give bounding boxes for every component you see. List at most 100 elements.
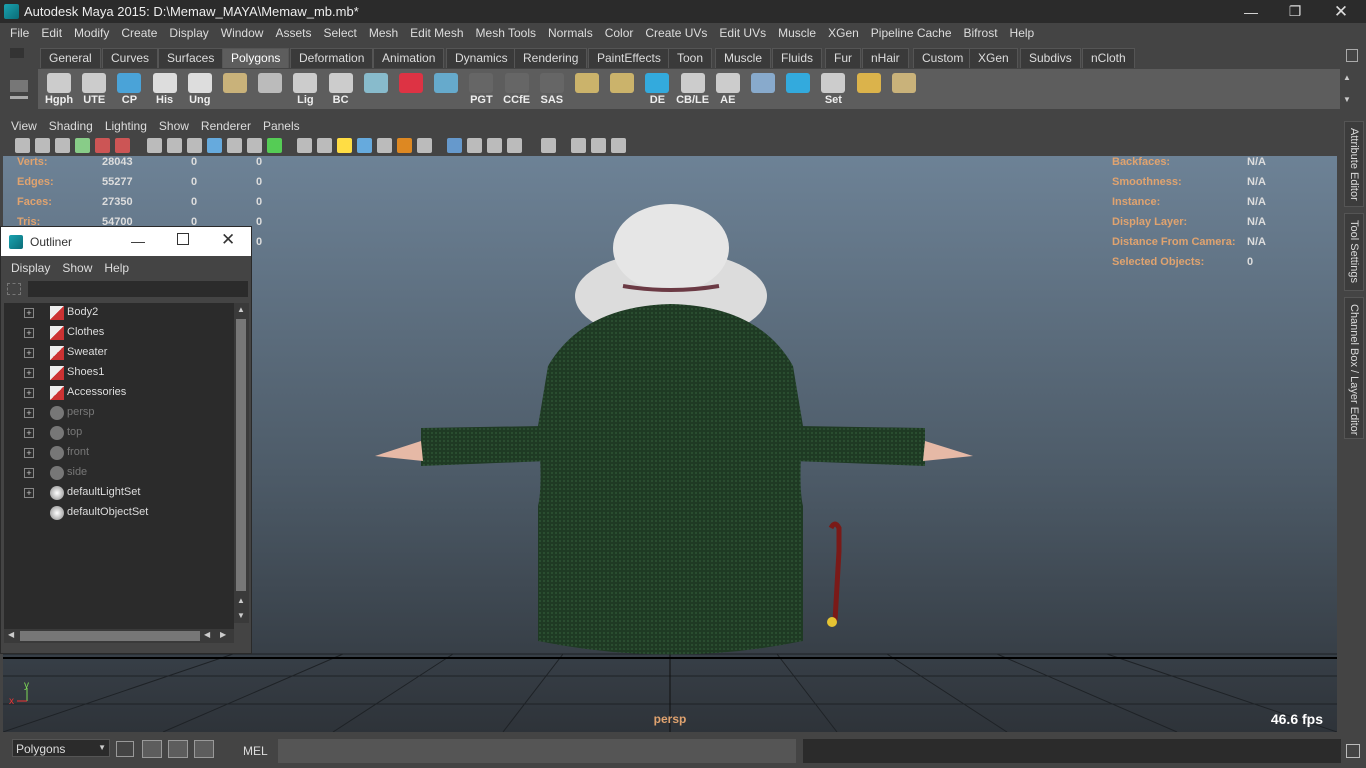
shelf-button-hgph[interactable]: Hgph xyxy=(42,71,76,107)
shelf-button-set[interactable]: Set xyxy=(816,71,850,107)
panel-tool-icon[interactable] xyxy=(75,138,90,153)
panel-tool-icon[interactable] xyxy=(167,138,182,153)
shelf-button-tool-23[interactable] xyxy=(852,71,886,107)
panel-tool-icon[interactable] xyxy=(591,138,606,153)
menu-select[interactable]: Select xyxy=(317,26,362,40)
restore-button[interactable]: ❐ xyxy=(1272,0,1318,23)
shelf-menu-handle[interactable] xyxy=(8,48,32,110)
menu-edit-uvs[interactable]: Edit UVs xyxy=(713,26,772,40)
outliner-search-input[interactable] xyxy=(28,281,248,297)
panel-tool-icon[interactable] xyxy=(507,138,522,153)
outliner-item-defaultlightset[interactable]: + defaultLightSet xyxy=(4,483,234,503)
shelf-button-sas[interactable]: SAS xyxy=(535,71,569,107)
shelf-tab-rendering[interactable]: Rendering xyxy=(514,48,588,68)
shelf-button-tool-9[interactable] xyxy=(359,71,393,107)
panel-menu-show[interactable]: Show xyxy=(153,119,195,133)
shelf-button-tool-21[interactable] xyxy=(781,71,815,107)
expand-icon[interactable]: + xyxy=(24,368,34,378)
shelf-button-ccfe[interactable]: CCfE xyxy=(500,71,534,107)
panel-tool-icon[interactable] xyxy=(247,138,262,153)
panel-tool-icon[interactable] xyxy=(115,138,130,153)
shelf-tab-curves[interactable]: Curves xyxy=(102,48,159,68)
shelf-button-tool-10[interactable] xyxy=(394,71,428,107)
shelf-tab-surfaces[interactable]: Surfaces xyxy=(158,48,224,68)
menu-mesh[interactable]: Mesh xyxy=(363,26,404,40)
panel-tool-icon[interactable] xyxy=(487,138,502,153)
minimize-button[interactable]: — xyxy=(1228,0,1274,23)
expand-icon[interactable]: + xyxy=(24,468,34,478)
panel-tool-icon[interactable] xyxy=(611,138,626,153)
shelf-scrollbar[interactable]: ▲ ▼ xyxy=(1340,69,1356,109)
panel-menu-panels[interactable]: Panels xyxy=(257,119,306,133)
outliner-item-persp[interactable]: + persp xyxy=(4,403,234,423)
shelf-button-tool-11[interactable] xyxy=(429,71,463,107)
shelf-tab-xgen[interactable]: XGen xyxy=(969,48,1018,68)
shelf-button-lig[interactable]: Lig xyxy=(288,71,322,107)
menu-color[interactable]: Color xyxy=(599,26,640,40)
panel-tool-icon[interactable] xyxy=(207,138,222,153)
panel-tool-icon[interactable] xyxy=(377,138,392,153)
shelf-button-ung[interactable]: Ung xyxy=(183,71,217,107)
outliner-menu-help[interactable]: Help xyxy=(98,261,135,275)
mel-command-input[interactable] xyxy=(278,739,796,763)
shelf-tab-polygons[interactable]: Polygons xyxy=(222,48,290,68)
menu-muscle[interactable]: Muscle xyxy=(772,26,822,40)
panel-tool-icon[interactable] xyxy=(267,138,282,153)
shelf-button-tool-5[interactable] xyxy=(218,71,252,107)
shelf-tab-fur[interactable]: Fur xyxy=(825,48,861,68)
shelf-button-cb-le[interactable]: CB/LE xyxy=(676,71,710,107)
tab-attribute-editor[interactable]: Attribute Editor xyxy=(1344,121,1364,207)
shelf-tab-ncloth[interactable]: nCloth xyxy=(1082,48,1135,68)
expand-icon[interactable]: + xyxy=(24,348,34,358)
panel-tool-icon[interactable] xyxy=(397,138,412,153)
shelf-tab-deformation[interactable]: Deformation xyxy=(290,48,374,68)
outliner-menu-show[interactable]: Show xyxy=(56,261,98,275)
shelf-button-tool-16[interactable] xyxy=(605,71,639,107)
panel-tool-icon[interactable] xyxy=(35,138,50,153)
menu-assets[interactable]: Assets xyxy=(269,26,317,40)
menu-create-uvs[interactable]: Create UVs xyxy=(639,26,713,40)
panel-tool-icon[interactable] xyxy=(15,138,30,153)
menu-modify[interactable]: Modify xyxy=(68,26,115,40)
outliner-item-defaultobjectset[interactable]: defaultObjectSet xyxy=(4,503,234,523)
shelf-button-cp[interactable]: CP xyxy=(112,71,146,107)
panel-tool-icon[interactable] xyxy=(357,138,372,153)
panel-menu-renderer[interactable]: Renderer xyxy=(195,119,257,133)
shelf-tab-dynamics[interactable]: Dynamics xyxy=(446,48,517,68)
panel-tool-icon[interactable] xyxy=(337,138,352,153)
expand-icon[interactable]: + xyxy=(24,428,34,438)
menu-window[interactable]: Window xyxy=(215,26,270,40)
shelf-tab-toon[interactable]: Toon xyxy=(668,48,713,68)
panel-menu-shading[interactable]: Shading xyxy=(43,119,99,133)
panel-tool-icon[interactable] xyxy=(187,138,202,153)
shelf-button-de[interactable]: DE xyxy=(640,71,674,107)
shelf-button-ae[interactable]: AE xyxy=(711,71,745,107)
panel-tool-icon[interactable] xyxy=(55,138,70,153)
menu-xgen[interactable]: XGen xyxy=(822,26,865,40)
shelf-tab-painteffects[interactable]: PaintEffects xyxy=(588,48,670,68)
close-button[interactable]: ✕ xyxy=(1318,0,1364,23)
expand-icon[interactable]: + xyxy=(24,308,34,318)
outliner-titlebar[interactable]: Outliner — ✕ xyxy=(1,227,251,256)
panel-tool-icon[interactable] xyxy=(317,138,332,153)
panel-tool-icon[interactable] xyxy=(417,138,432,153)
menu-create[interactable]: Create xyxy=(115,26,163,40)
shelf-button-his[interactable]: His xyxy=(148,71,182,107)
outliner-item-side[interactable]: + side xyxy=(4,463,234,483)
shelf-button-pgt[interactable]: PGT xyxy=(464,71,498,107)
shelf-button-ute[interactable]: UTE xyxy=(77,71,111,107)
menu-normals[interactable]: Normals xyxy=(542,26,599,40)
panel-tool-icon[interactable] xyxy=(571,138,586,153)
expand-icon[interactable]: + xyxy=(24,448,34,458)
menu-edit-mesh[interactable]: Edit Mesh xyxy=(404,26,469,40)
layers-icon[interactable] xyxy=(194,740,214,758)
outliner-item-top[interactable]: + top xyxy=(4,423,234,443)
list-icon[interactable] xyxy=(168,740,188,758)
script-editor-button[interactable] xyxy=(1346,744,1360,758)
shelf-tab-nhair[interactable]: nHair xyxy=(862,48,909,68)
shelf-button-bc[interactable]: BC xyxy=(324,71,358,107)
shelf-tab-muscle[interactable]: Muscle xyxy=(715,48,772,68)
panel-tool-icon[interactable] xyxy=(447,138,462,153)
panel-tool-icon[interactable] xyxy=(95,138,110,153)
shelf-button-tool-6[interactable] xyxy=(253,71,287,107)
